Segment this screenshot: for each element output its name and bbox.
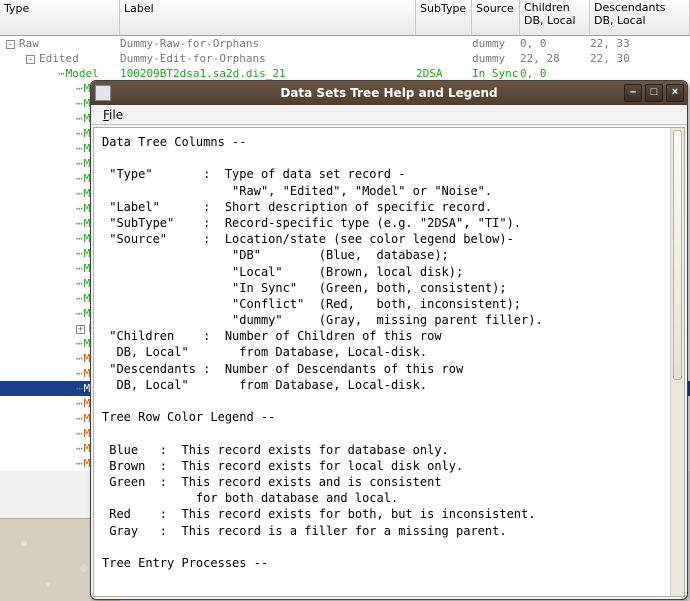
window-icon: [95, 85, 111, 101]
row-label: Dummy-Raw-for-Orphans: [120, 36, 416, 51]
tree-line-icon: ⋯: [76, 291, 82, 306]
row-descendants: 22, 30: [590, 51, 690, 66]
row-source: dummy: [472, 51, 520, 66]
help-text-area[interactable]: Data Tree Columns -- "Type" : Type of da…: [93, 127, 685, 597]
table-row[interactable]: ⋯Model 100209BT2dsa1.sa2d.dis_212DSAIn Sy…: [0, 66, 690, 81]
scrollbar-thumb[interactable]: [673, 130, 682, 380]
tree-line-icon: ⋯: [76, 246, 82, 261]
tree-line-icon: ⋯: [76, 426, 82, 441]
row-label: 100209BT2dsa1.sa2d.dis_21: [120, 66, 416, 81]
tree-line-icon: ⋯: [76, 111, 82, 126]
row-label: Dummy-Edit-for-Orphans: [120, 51, 416, 66]
row-children: 22, 28: [520, 51, 590, 66]
dialog-titlebar[interactable]: Data Sets Tree Help and Legend – □ ×: [91, 81, 687, 105]
row-subtype: [416, 51, 472, 66]
col-header-type[interactable]: Type: [0, 0, 120, 35]
table-row[interactable]: -Raw Dummy-Raw-for-Orphans dummy0, 022, 33: [0, 36, 690, 51]
window-controls: – □ ×: [624, 84, 684, 102]
row-children: 0, 0: [520, 66, 590, 81]
tree-line-icon: ⋯: [76, 336, 82, 351]
row-type: Edited: [39, 52, 79, 65]
tree-line-icon: ⋯: [76, 411, 82, 426]
row-children: 0, 0: [520, 36, 590, 51]
row-source: In Sync: [472, 66, 520, 81]
col-header-subtype[interactable]: SubType: [416, 0, 472, 35]
tree-line-icon: ⋯: [76, 351, 82, 366]
tree-line-icon: ⋯: [76, 156, 82, 171]
tree-line-icon: ⋯: [76, 381, 82, 396]
dialog-title: Data Sets Tree Help and Legend: [280, 86, 497, 100]
tree-line-icon: ⋯: [76, 141, 82, 156]
maximize-button[interactable]: □: [645, 84, 663, 102]
tree-line-icon: ⋯: [58, 66, 64, 81]
menu-file[interactable]: File: [97, 107, 129, 123]
tree-line-icon: ⋯: [76, 201, 82, 216]
collapse-icon[interactable]: -: [26, 55, 35, 64]
col-header-source[interactable]: Source: [472, 0, 520, 35]
close-button[interactable]: ×: [666, 84, 684, 102]
tree-line-icon: ⋯: [76, 231, 82, 246]
row-subtype: 2DSA: [416, 66, 472, 81]
minimize-button[interactable]: –: [624, 84, 642, 102]
tree-line-icon: ⋯: [76, 306, 82, 321]
row-type: Raw: [19, 37, 39, 50]
dialog-menubar: File: [91, 105, 687, 125]
row-source: dummy: [472, 36, 520, 51]
help-dialog: Data Sets Tree Help and Legend – □ × Fil…: [90, 80, 688, 600]
col-header-descendants[interactable]: Descendants DB, Local: [590, 0, 690, 35]
tree-line-icon: ⋯: [76, 186, 82, 201]
tree-line-icon: ⋯: [76, 396, 82, 411]
help-text: Data Tree Columns -- "Type" : Type of da…: [102, 135, 543, 570]
row-descendants: 22, 33: [590, 36, 690, 51]
tree-line-icon: ⋯: [76, 81, 82, 96]
row-type: Model: [66, 67, 99, 80]
tree-line-icon: ⋯: [76, 366, 82, 381]
expand-icon[interactable]: +: [76, 325, 85, 334]
tree-line-icon: ⋯: [76, 171, 82, 186]
tree-line-icon: ⋯: [76, 441, 82, 456]
table-row[interactable]: -Edited Dummy-Edit-for-Orphans dummy22, 28…: [0, 51, 690, 66]
col-header-children[interactable]: Children DB, Local: [520, 0, 590, 35]
collapse-icon[interactable]: -: [6, 40, 15, 49]
tree-line-icon: ⋯: [76, 276, 82, 291]
tree-line-icon: ⋯: [76, 216, 82, 231]
vertical-scrollbar[interactable]: [670, 128, 684, 596]
tree-header-row: Type Label SubType Source Children DB, L…: [0, 0, 690, 36]
tree-line-icon: ⋯: [76, 261, 82, 276]
row-descendants: [590, 66, 690, 81]
tree-line-icon: ⋯: [76, 126, 82, 141]
col-header-label[interactable]: Label: [120, 0, 416, 35]
row-subtype: [416, 36, 472, 51]
tree-line-icon: ⋯: [76, 456, 82, 471]
tree-line-icon: ⋯: [76, 96, 82, 111]
